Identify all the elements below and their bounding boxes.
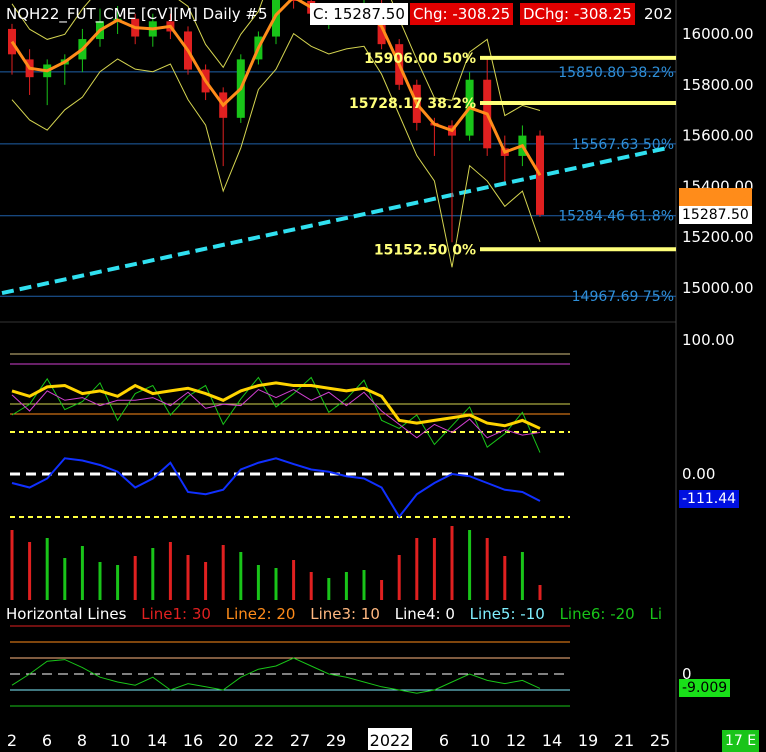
price-axis: 16000.0015800.0015600.0015400.0015200.00… bbox=[682, 25, 754, 683]
hl-line6: Line6: -20 bbox=[559, 605, 635, 623]
fib-right-label-2: 15284.46 61.8% bbox=[558, 209, 674, 225]
x-label-16: 21 bbox=[614, 731, 634, 750]
x-label-1: 6 bbox=[42, 731, 52, 750]
x-label-7: 22 bbox=[254, 731, 274, 750]
chart-canvas: 15850.80 38.2%15567.63 50%15284.46 61.8%… bbox=[0, 0, 754, 752]
x-label-2: 8 bbox=[77, 731, 87, 750]
volume-bar-26 bbox=[468, 530, 472, 600]
horizontal-lines-panel bbox=[10, 625, 570, 707]
volume-bars bbox=[10, 526, 542, 600]
fib-label-0: 15906.00 50% bbox=[364, 51, 476, 67]
change-badge: Chg: -308.25 bbox=[410, 3, 514, 25]
volume-bar-19 bbox=[344, 572, 348, 600]
hl-value-tag: -9.009 bbox=[679, 679, 731, 697]
x-axis: 2 6 8 10 14 16 20 22 27 29 2022 6 10 12 14 19 21 25 bbox=[7, 728, 670, 750]
hl-title: Horizontal Lines bbox=[6, 605, 127, 623]
volume-bar-30 bbox=[538, 585, 542, 600]
x-label-8: 27 bbox=[290, 731, 310, 750]
x-label-13: 12 bbox=[506, 731, 526, 750]
volume-bar-22 bbox=[397, 555, 401, 600]
date-label: 202 bbox=[644, 5, 673, 23]
hl-line7: Li bbox=[649, 605, 663, 623]
volume-bar-18 bbox=[327, 578, 331, 600]
volume-bar-6 bbox=[116, 565, 120, 600]
price-tick-1: 15800.00 bbox=[682, 76, 754, 94]
volume-bar-4 bbox=[80, 546, 84, 600]
volume-bar-14 bbox=[256, 565, 260, 600]
volume-bar-0 bbox=[10, 530, 14, 600]
expiry-badge: 17 E bbox=[722, 730, 760, 752]
current-price-tag: 15287.50 bbox=[679, 206, 752, 224]
x-label-6: 20 bbox=[218, 731, 238, 750]
hl-line2: Line2: 20 bbox=[225, 605, 296, 623]
volume-bar-29 bbox=[520, 552, 524, 600]
x-label-11: 6 bbox=[439, 731, 449, 750]
volume-bar-28 bbox=[503, 556, 507, 600]
volume-bar-24 bbox=[432, 538, 436, 600]
volume-bar-3 bbox=[63, 558, 67, 600]
osc-blue-line bbox=[11, 457, 541, 519]
volume-bar-27 bbox=[485, 538, 489, 600]
oscillator-panel bbox=[10, 353, 570, 519]
osc-tick-top: 100.00 bbox=[682, 331, 735, 349]
hl-line1: Line1: 30 bbox=[141, 605, 211, 623]
horizontal-lines-legend: Horizontal Lines Line1: 30 Line2: 20 Lin… bbox=[6, 603, 672, 625]
volume-bar-15 bbox=[274, 568, 278, 600]
x-label-14: 14 bbox=[542, 731, 562, 750]
price-tick-5: 15000.00 bbox=[682, 279, 754, 297]
day-change-badge: DChg: -308.25 bbox=[520, 3, 635, 25]
x-label-15: 19 bbox=[578, 731, 598, 750]
x-label-0: 2 bbox=[7, 731, 17, 750]
x-label-4: 14 bbox=[147, 731, 167, 750]
oscillator-value-tag: -111.44 bbox=[679, 490, 740, 508]
fib-right-label-0: 15850.80 38.2% bbox=[558, 65, 674, 81]
x-label-5: 16 bbox=[183, 731, 203, 750]
hl-line3: Line3: 10 bbox=[310, 605, 380, 623]
fib-label-2: 15152.50 0% bbox=[374, 242, 476, 258]
volume-bar-12 bbox=[221, 545, 225, 600]
grid-lines bbox=[0, 0, 677, 752]
fib-label-1: 15728.17 38.2% bbox=[349, 96, 476, 112]
volume-bar-21 bbox=[380, 580, 384, 600]
volume-bar-10 bbox=[186, 555, 190, 600]
price-tick-2: 15600.00 bbox=[682, 127, 754, 145]
x-label-10: 2022 bbox=[370, 731, 411, 750]
price-tick-4: 15200.00 bbox=[682, 228, 754, 246]
volume-bar-9 bbox=[168, 542, 172, 600]
volume-bar-17 bbox=[309, 572, 313, 600]
x-label-3: 10 bbox=[110, 731, 130, 750]
volume-bar-2 bbox=[45, 538, 49, 600]
fib-right-levels: 15850.80 38.2%15567.63 50%15284.46 61.8%… bbox=[0, 65, 676, 305]
candles bbox=[8, 0, 544, 268]
volume-bar-7 bbox=[133, 556, 137, 600]
x-label-9: 29 bbox=[326, 731, 346, 750]
volume-bar-20 bbox=[362, 570, 366, 600]
volume-bar-23 bbox=[415, 538, 419, 600]
orange-price-tag: 15332.02 bbox=[679, 188, 752, 206]
fib-right-label-3: 14967.69 75% bbox=[572, 289, 674, 305]
volume-bar-1 bbox=[28, 542, 32, 600]
volume-bar-8 bbox=[151, 548, 155, 600]
volume-bar-5 bbox=[98, 562, 102, 600]
price-tick-0: 16000.00 bbox=[682, 25, 754, 43]
osc-yellow-line bbox=[11, 381, 541, 430]
close-badge: C: 15287.50 bbox=[310, 3, 408, 25]
hl-signal-line bbox=[11, 657, 541, 694]
hl-line5: Line5: -10 bbox=[469, 605, 545, 623]
volume-bar-13 bbox=[239, 552, 243, 600]
osc-tick-zero: 0.00 bbox=[682, 465, 715, 483]
volume-bar-11 bbox=[204, 562, 208, 600]
volume-bar-25 bbox=[450, 526, 454, 600]
symbol-title: NQH22_FUT_CME [CV][M] Daily #5 bbox=[6, 5, 268, 23]
x-label-17: 25 bbox=[650, 731, 670, 750]
hl-line4: Line4: 0 bbox=[394, 605, 455, 623]
x-label-12: 10 bbox=[470, 731, 490, 750]
volume-bar-16 bbox=[292, 560, 296, 600]
